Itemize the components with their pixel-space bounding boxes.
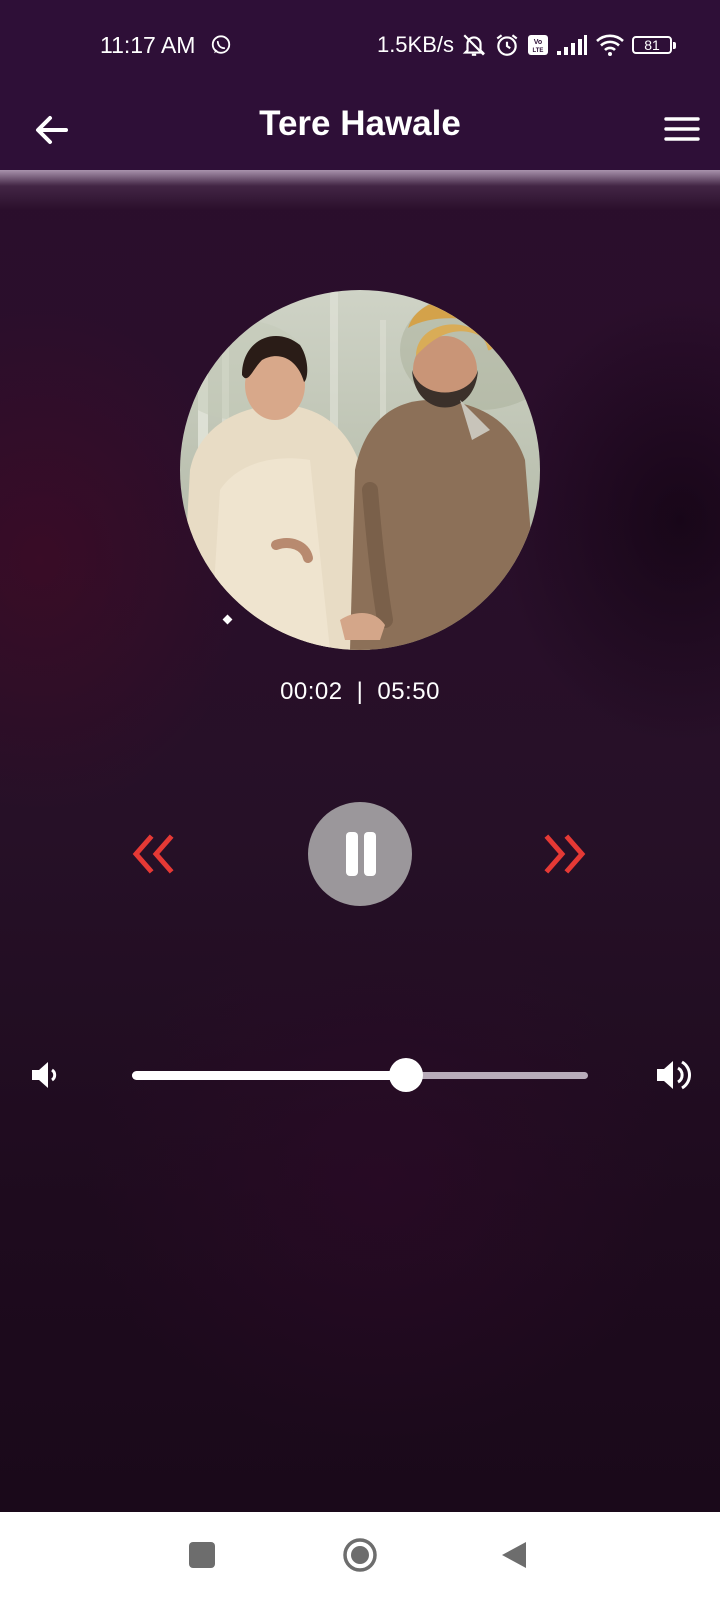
fast-forward-button[interactable] [540, 832, 590, 876]
battery-level: 81 [644, 37, 660, 53]
rewind-button[interactable] [128, 832, 178, 876]
status-icons: 1.5KB/s Vo LTE 81 [376, 30, 676, 60]
elapsed-time: 00:02 [280, 678, 343, 705]
volume-high-icon[interactable] [654, 1056, 694, 1094]
alarm-icon [496, 34, 518, 56]
whatsapp-icon [211, 35, 231, 54]
status-time: 11:17 AM [100, 32, 196, 58]
blurred-background [0, 0, 720, 1512]
volume-thumb[interactable] [389, 1058, 423, 1092]
double-chevron-left-icon [132, 834, 174, 874]
svg-text:LTE: LTE [533, 48, 544, 54]
track-time: 00:02 | 05:50 [0, 678, 720, 706]
volume-fill [132, 1071, 406, 1080]
app-bar: Tere Hawale [0, 90, 720, 170]
recents-square-icon[interactable] [189, 1542, 215, 1568]
home-circle-icon[interactable] [342, 1537, 378, 1573]
total-duration: 05:50 [377, 678, 440, 705]
network-speed: 1.5KB/s [376, 32, 454, 57]
app-bar-shadow [0, 170, 720, 210]
album-art [180, 290, 540, 650]
hamburger-menu-icon[interactable] [660, 108, 704, 152]
status-bar: 11:17 AM 1.5KB/s Vo LTE 81 [0, 0, 720, 90]
system-nav-bar [0, 1512, 720, 1600]
time-separator: | [356, 678, 364, 705]
signal-icon [557, 35, 587, 55]
svg-text:Vo: Vo [534, 39, 542, 46]
volume-low-icon[interactable] [28, 1058, 62, 1092]
pause-icon [364, 832, 376, 876]
back-triangle-icon[interactable] [500, 1540, 528, 1570]
wifi-icon [596, 34, 624, 56]
volte-icon: Vo LTE [528, 35, 548, 55]
page-title: Tere Hawale [259, 104, 461, 143]
volume-slider[interactable] [132, 1058, 588, 1092]
battery-icon: 81 [632, 36, 676, 54]
mute-icon [462, 34, 486, 56]
pause-button[interactable] [308, 802, 412, 906]
double-chevron-right-icon [544, 834, 586, 874]
pause-icon [346, 832, 358, 876]
